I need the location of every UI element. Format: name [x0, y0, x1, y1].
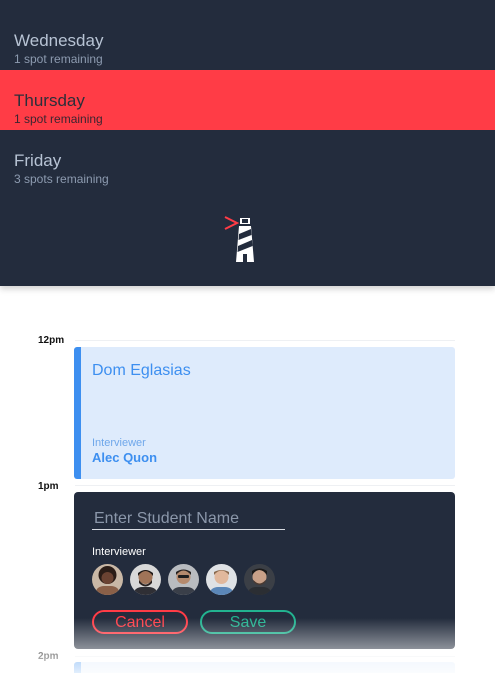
time-label-2pm: 2pm	[38, 651, 59, 662]
day-list-panel: Wednesday 1 spot remaining Thursday 1 sp…	[0, 0, 495, 286]
day-name: Thursday	[14, 91, 85, 110]
day-item-wednesday[interactable]: Wednesday 1 spot remaining	[0, 10, 495, 70]
day-spots-remaining: 1 spot remaining	[14, 52, 103, 66]
booked-slot-card[interactable]: Dom Eglasias Interviewer Alec Quon	[74, 347, 455, 479]
avatar[interactable]	[130, 564, 161, 595]
avatar[interactable]	[244, 564, 275, 595]
student-name-input[interactable]	[92, 508, 285, 530]
booked-slot-card[interactable]	[74, 662, 455, 673]
day-item-thursday[interactable]: Thursday 1 spot remaining	[0, 70, 495, 130]
hour-divider	[75, 485, 455, 486]
time-label-1pm: 1pm	[38, 481, 59, 492]
avatar[interactable]	[206, 564, 237, 595]
hour-divider	[75, 340, 455, 341]
interviewer-name: Alec Quon	[92, 450, 158, 465]
day-name: Friday	[14, 151, 62, 170]
day-spots-remaining: 1 spot remaining	[14, 112, 103, 126]
booking-form-card: Interviewer Cancel Save	[74, 492, 455, 649]
avatar[interactable]	[168, 564, 199, 595]
day-item-friday[interactable]: Friday 3 spots remaining	[0, 130, 495, 190]
interviewer-label: Interviewer	[92, 437, 146, 449]
day-name: Wednesday	[14, 31, 104, 50]
lighthouse-icon	[224, 216, 254, 262]
interviewer-label: Interviewer	[92, 546, 146, 558]
cancel-button[interactable]: Cancel	[92, 610, 188, 634]
avatar[interactable]	[92, 564, 123, 595]
hour-divider	[75, 656, 455, 657]
time-label-12pm: 12pm	[38, 335, 65, 346]
save-button[interactable]: Save	[200, 610, 296, 634]
day-spots-remaining: 3 spots remaining	[14, 172, 109, 186]
booked-student-name: Dom Eglasias	[92, 362, 191, 379]
